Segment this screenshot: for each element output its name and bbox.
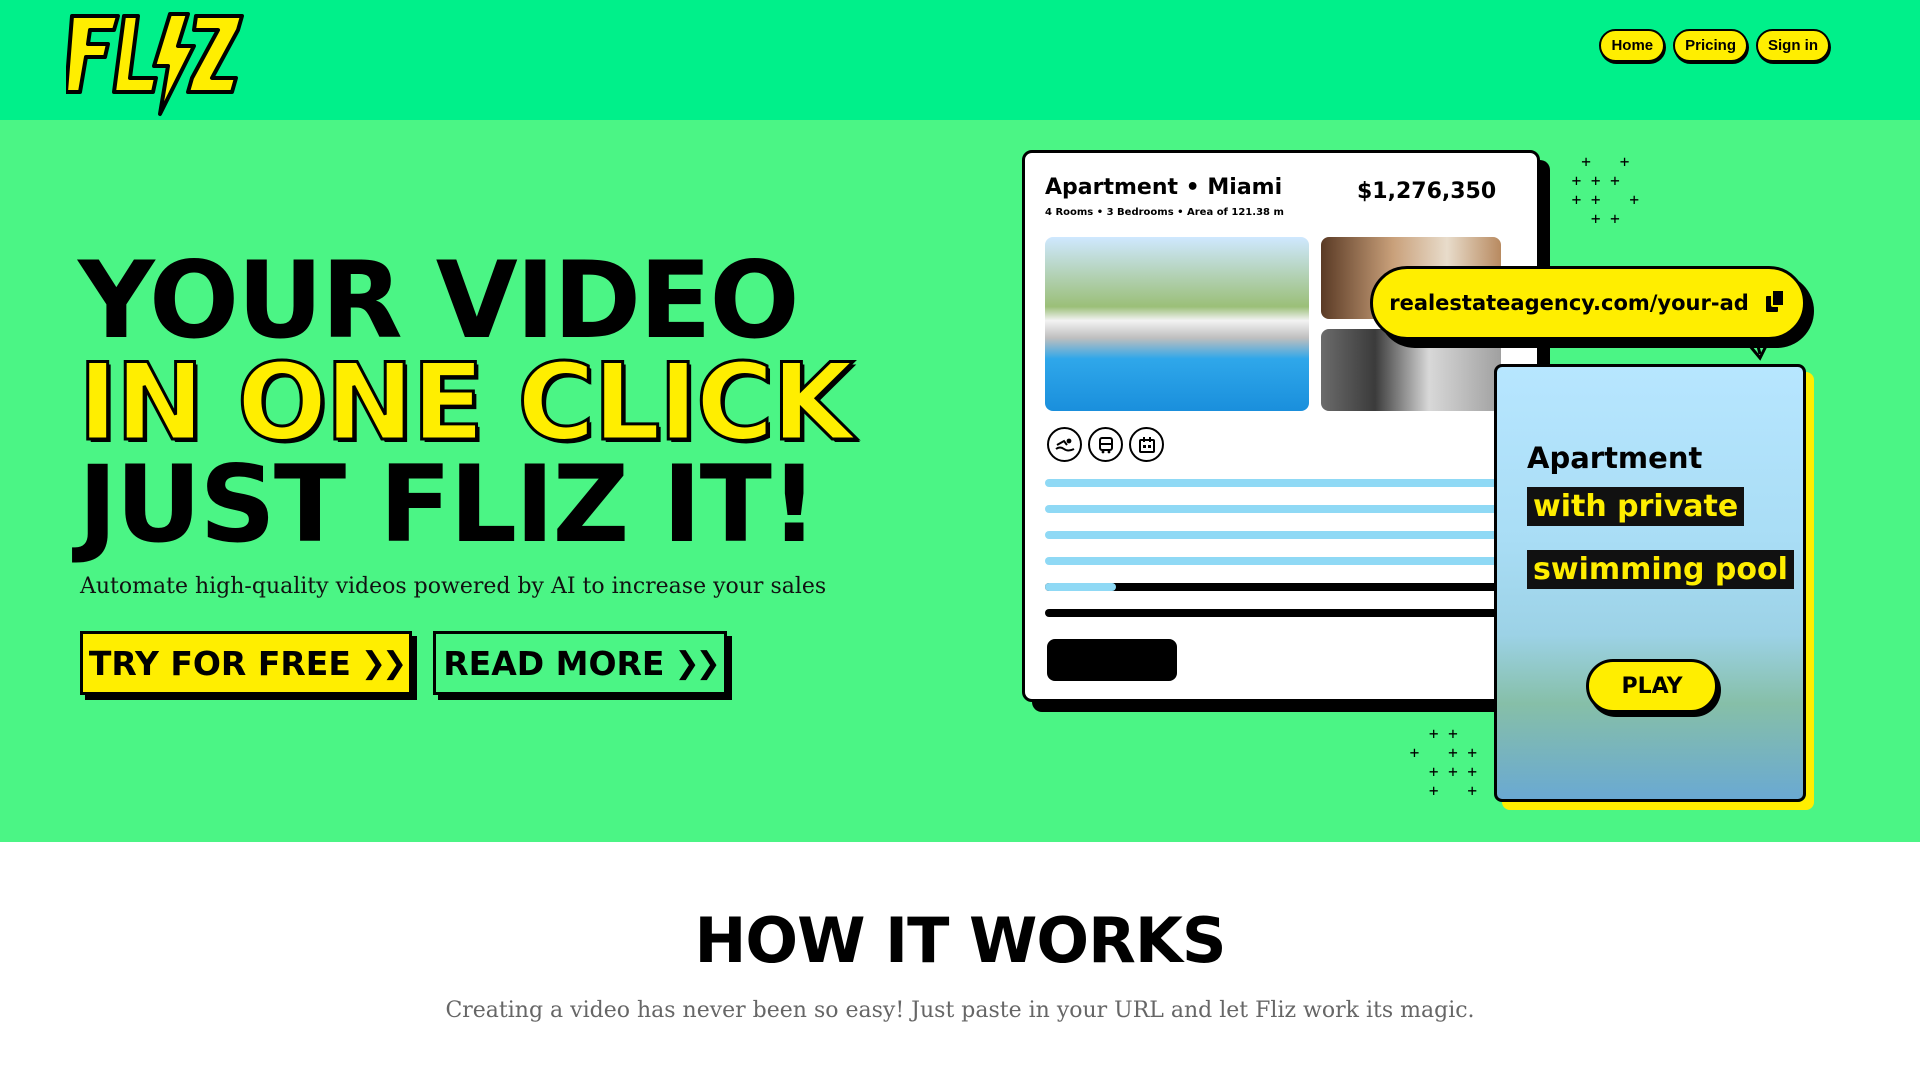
plus-pattern-decoration: + + + + + + + + + +	[1571, 152, 1640, 228]
read-more-label: READ MORE	[443, 643, 665, 683]
try-for-free-label: TRY FOR FREE	[88, 643, 351, 683]
ad-url-pill[interactable]: realestateagency.com/your-ad	[1370, 266, 1806, 340]
hero-section: YOUR VIDEO IN ONE CLICK JUST FLIZ IT! Au…	[0, 120, 1920, 842]
property-listing-card: Apartment • Miami 4 Rooms • 3 Bedrooms •…	[1022, 150, 1540, 702]
calendar-icon	[1129, 427, 1164, 462]
headline-line-1: YOUR VIDEO	[78, 239, 800, 362]
listing-title: Apartment • Miami	[1045, 175, 1283, 200]
video-highlight-line-2: swimming pool	[1527, 550, 1794, 589]
text-placeholder-line	[1045, 505, 1515, 513]
video-title: Apartment	[1527, 441, 1703, 475]
nav-sign-in-button[interactable]: Sign in	[1756, 29, 1830, 62]
listing-meta: 4 Rooms • 3 Bedrooms • Area of 121.38 m	[1045, 207, 1284, 218]
fliz-logo[interactable]	[64, 10, 246, 120]
hero-subtitle: Automate high-quality videos powered by …	[80, 574, 827, 599]
nav-home-button[interactable]: Home	[1599, 29, 1666, 62]
listing-price: $1,276,350	[1357, 179, 1497, 204]
text-placeholder-line	[1045, 609, 1515, 617]
how-it-works-title: HOW IT WORKS	[694, 904, 1226, 977]
interior-photo	[1321, 329, 1501, 411]
swimming-icon	[1047, 427, 1082, 462]
listing-action-button[interactable]	[1047, 639, 1177, 681]
bus-icon	[1088, 427, 1123, 462]
read-more-button[interactable]: READ MORE ❯❯	[433, 631, 727, 695]
how-it-works-subtitle: Creating a video has never been so easy!…	[445, 998, 1475, 1023]
try-for-free-button[interactable]: TRY FOR FREE ❯❯	[80, 631, 412, 695]
headline-line-3: JUST FLIZ IT!	[78, 443, 818, 566]
plus-pattern-decoration: + + + + + + + + + +	[1409, 724, 1478, 800]
headline-line-2: IN ONE CLICK	[77, 341, 856, 464]
progress-fill	[1045, 583, 1116, 591]
ad-url-text: realestateagency.com/your-ad	[1389, 291, 1749, 315]
copy-icon[interactable]	[1763, 288, 1787, 319]
video-preview: Apartment with private swimming pool PLA…	[1494, 364, 1806, 802]
pool-photo	[1045, 237, 1309, 411]
text-placeholder-line	[1045, 479, 1515, 487]
double-chevron-right-icon: ❯❯	[360, 645, 407, 681]
nav-pricing-button[interactable]: Pricing	[1673, 29, 1748, 62]
video-highlight-line-1: with private	[1527, 487, 1745, 526]
double-chevron-right-icon: ❯❯	[674, 645, 720, 681]
text-placeholder-line	[1045, 557, 1515, 565]
main-nav: Home Pricing Sign in	[1599, 29, 1830, 62]
play-button[interactable]: PLAY	[1586, 659, 1718, 713]
hero-headline: YOUR VIDEO IN ONE CLICK JUST FLIZ IT!	[77, 239, 856, 566]
top-navigation-bar: Home Pricing Sign in	[0, 0, 1920, 120]
text-placeholder-line	[1045, 531, 1515, 539]
amenity-icons	[1047, 427, 1164, 462]
